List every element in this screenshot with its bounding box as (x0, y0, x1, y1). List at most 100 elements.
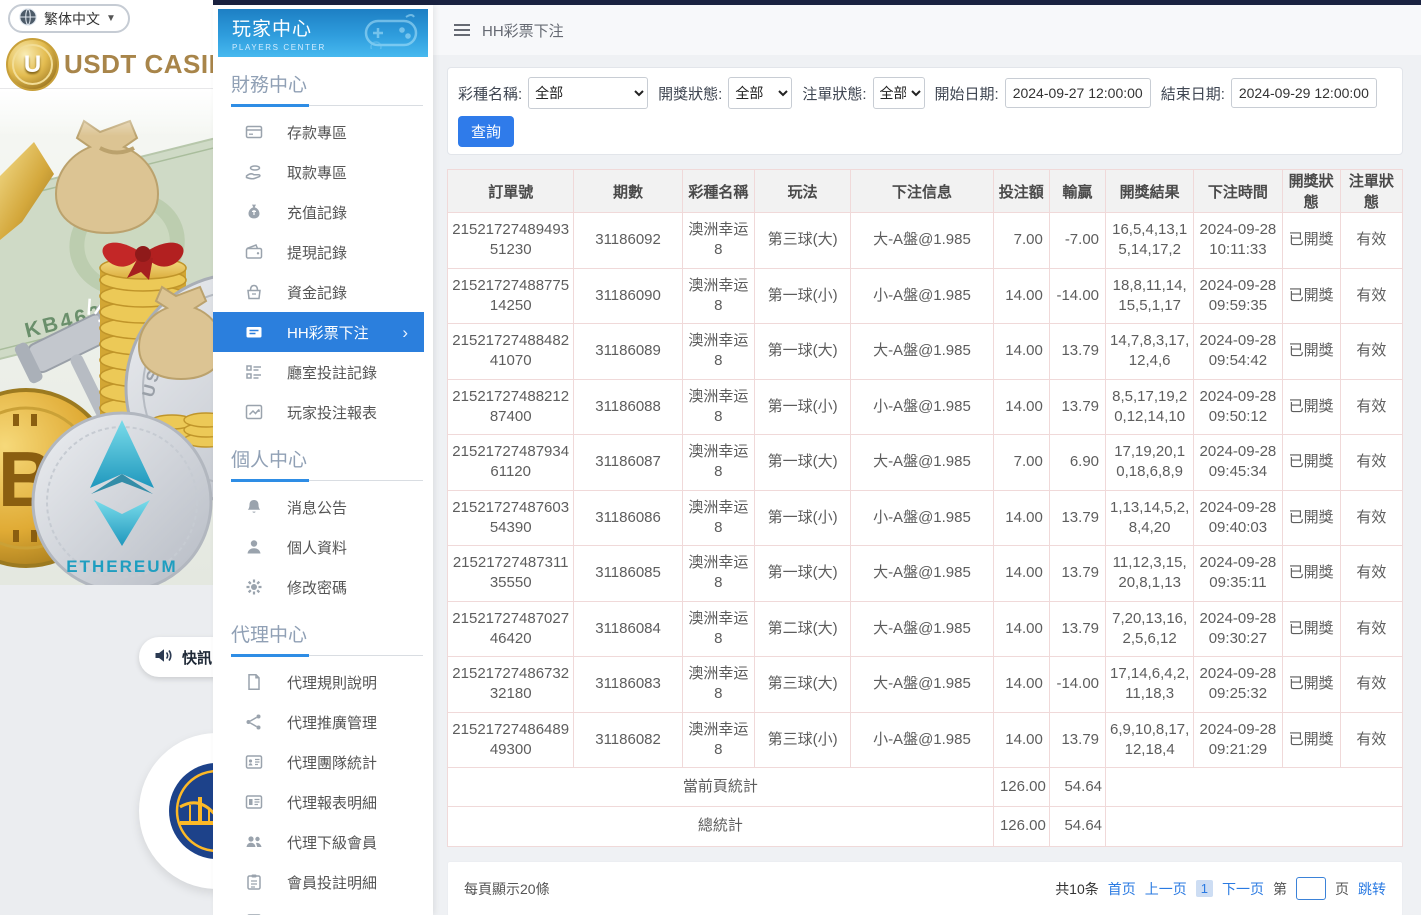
col-play-type: 玩法 (754, 170, 850, 213)
recharge-bag-icon (245, 203, 263, 221)
brand-coin-logo: U (6, 38, 59, 91)
brand[interactable]: U USDT CASINO (6, 38, 213, 91)
cell-play-type: 第二球(大) (754, 601, 850, 657)
cell-bet-info: 小-A盤@1.985 (851, 379, 993, 435)
cell-bet-amount: 14.00 (993, 712, 1049, 768)
cell-draw-status: 已開獎 (1282, 379, 1340, 435)
cell-bet-info: 大-A盤@1.985 (851, 657, 993, 713)
sidebar-item[interactable]: 充值記錄 (213, 192, 433, 232)
casino-banner-illustration: 100 KB46279 (0, 90, 213, 585)
sidebar-item[interactable]: 存款專區 (213, 112, 433, 152)
cell-bet-time: 2024-09-28 09:30:27 (1194, 601, 1282, 657)
cell-period: 31186082 (574, 712, 682, 768)
search-button[interactable]: 查詢 (458, 116, 514, 147)
brand-title: USDT CASINO (64, 49, 213, 80)
sidebar-item[interactable]: 代理規則說明 (213, 662, 433, 702)
sidebar-item[interactable]: 代理下級會員 (213, 822, 433, 862)
sidebar-sections: 財務中心存款專區取款專區充值記錄提現記錄資金記錄HH彩票下注›廳室投註記錄玩家投… (213, 70, 433, 915)
sidebar-subtitle: PLAYERS CENTER (232, 43, 326, 52)
sidebar-item-label: 廳室投註記錄 (287, 362, 377, 383)
page-size-text: 每頁顯示20條 (464, 879, 550, 899)
cell-bet-time: 2024-09-28 10:11:33 (1194, 213, 1282, 269)
cell-period: 31186086 (574, 490, 682, 546)
total-count: 共10条 (1055, 879, 1099, 899)
cell-period: 31186087 (574, 435, 682, 491)
col-bet-time: 下注時間 (1194, 170, 1282, 213)
sidebar: 玩家中心 PLAYERS CENTER 財務中心存款專區取款專區充值記錄提 (213, 5, 433, 915)
sidebar-item[interactable]: 修改密碼 (213, 567, 433, 607)
table-row: 215217274894935123031186092澳洲幸运8第三球(大)大-… (448, 213, 1403, 269)
cell-play-type: 第一球(小) (754, 490, 850, 546)
sidebar-item[interactable]: 提現記錄 (213, 232, 433, 272)
bridge-logo-icon (167, 761, 213, 861)
order-status-label: 注單狀態: (802, 83, 866, 104)
cell-draw-status: 已開獎 (1282, 601, 1340, 657)
cell-bet-info: 小-A盤@1.985 (851, 712, 993, 768)
col-bet-amount: 投注額 (993, 170, 1049, 213)
cell-order-no: 2152172748793461120 (448, 435, 574, 491)
sidebar-item[interactable]: 廳室投註記錄 (213, 352, 433, 392)
prev-page-link[interactable]: 上一页 (1145, 879, 1187, 899)
sidebar-item-label: 玩家投注報表 (287, 402, 377, 423)
cell-lottery-name: 澳洲幸运8 (682, 490, 754, 546)
room-record-icon (245, 363, 263, 381)
cell-order-status: 有效 (1340, 268, 1402, 324)
cell-period: 31186083 (574, 657, 682, 713)
cell-draw-result: 14,7,8,3,17,12,4,6 (1106, 324, 1194, 380)
cell-draw-status: 已開獎 (1282, 268, 1340, 324)
table-row: 215217274867323218031186083澳洲幸运8第三球(大)大-… (448, 657, 1403, 713)
cell-win-loss: -14.00 (1049, 268, 1105, 324)
page-topbar: HH彩票下注 (433, 5, 1421, 55)
cell-play-type: 第三球(小) (754, 712, 850, 768)
cell-draw-result: 8,5,17,19,20,12,14,10 (1106, 379, 1194, 435)
sidebar-item[interactable]: 代理團隊統計 (213, 742, 433, 782)
col-order-status: 注單狀態 (1340, 170, 1402, 213)
app-panel: 玩家中心 PLAYERS CENTER 財務中心存款專區取款專區充值記錄提 (213, 0, 1421, 915)
menu-toggle-icon[interactable] (453, 23, 471, 37)
brand-coin-letter: U (12, 44, 53, 85)
cell-period: 31186092 (574, 213, 682, 269)
user-icon (245, 538, 263, 556)
speaker-icon (154, 647, 173, 668)
section-divider (213, 654, 433, 657)
page-jump-input[interactable] (1296, 877, 1326, 900)
sidebar-item[interactable]: 消息公告 (213, 487, 433, 527)
start-date-input[interactable] (1005, 78, 1151, 108)
cell-draw-status: 已開獎 (1282, 490, 1340, 546)
cell-draw-result: 17,14,6,4,2,11,18,3 (1106, 657, 1194, 713)
cell-order-no: 2152172748673232180 (448, 657, 574, 713)
lottery-name-select[interactable]: 全部 (528, 77, 648, 109)
next-page-link[interactable]: 下一页 (1222, 879, 1264, 899)
draw-status-select[interactable]: 全部 (728, 77, 792, 109)
site-header: 繁体中文 ▼ U USDT CASINO (0, 0, 213, 89)
sidebar-item[interactable]: 資金記錄 (213, 272, 433, 312)
news-ticker[interactable]: 快訊: (139, 637, 213, 677)
sidebar-item[interactable]: 會員交易明細 (213, 902, 433, 915)
sidebar-item[interactable]: 會員投註明細 (213, 862, 433, 902)
sidebar-item[interactable]: 取款專區 (213, 152, 433, 192)
cell-draw-status: 已開獎 (1282, 435, 1340, 491)
first-page-link[interactable]: 首页 (1108, 879, 1136, 899)
cell-period: 31186085 (574, 546, 682, 602)
globe-icon (18, 7, 38, 30)
bell-icon (245, 498, 263, 516)
sidebar-item-label: 代理下級會員 (287, 832, 377, 853)
sidebar-section-title: 個人中心 (231, 445, 433, 472)
sidebar-item[interactable]: 玩家投注報表 (213, 392, 433, 432)
sidebar-item[interactable]: 個人資料 (213, 527, 433, 567)
cell-draw-result: 11,12,3,15,20,8,1,13 (1106, 546, 1194, 602)
table-row: 215217274876035439031186086澳洲幸运8第一球(小)小-… (448, 490, 1403, 546)
col-draw-result: 開獎結果 (1106, 170, 1194, 213)
sidebar-item[interactable]: 代理推廣管理 (213, 702, 433, 742)
cell-bet-amount: 14.00 (993, 379, 1049, 435)
jump-button[interactable]: 跳转 (1358, 879, 1386, 899)
sidebar-item-label: 資金記錄 (287, 282, 347, 303)
sidebar-item[interactable]: 代理報表明細 (213, 782, 433, 822)
cell-order-status: 有效 (1340, 324, 1402, 380)
language-selector[interactable]: 繁体中文 ▼ (8, 4, 130, 33)
order-status-select[interactable]: 全部 (873, 77, 925, 109)
cell-bet-time: 2024-09-28 09:45:34 (1194, 435, 1282, 491)
end-date-input[interactable] (1231, 78, 1377, 108)
sidebar-item[interactable]: HH彩票下注› (213, 312, 424, 352)
cell-win-loss: 13.79 (1049, 601, 1105, 657)
